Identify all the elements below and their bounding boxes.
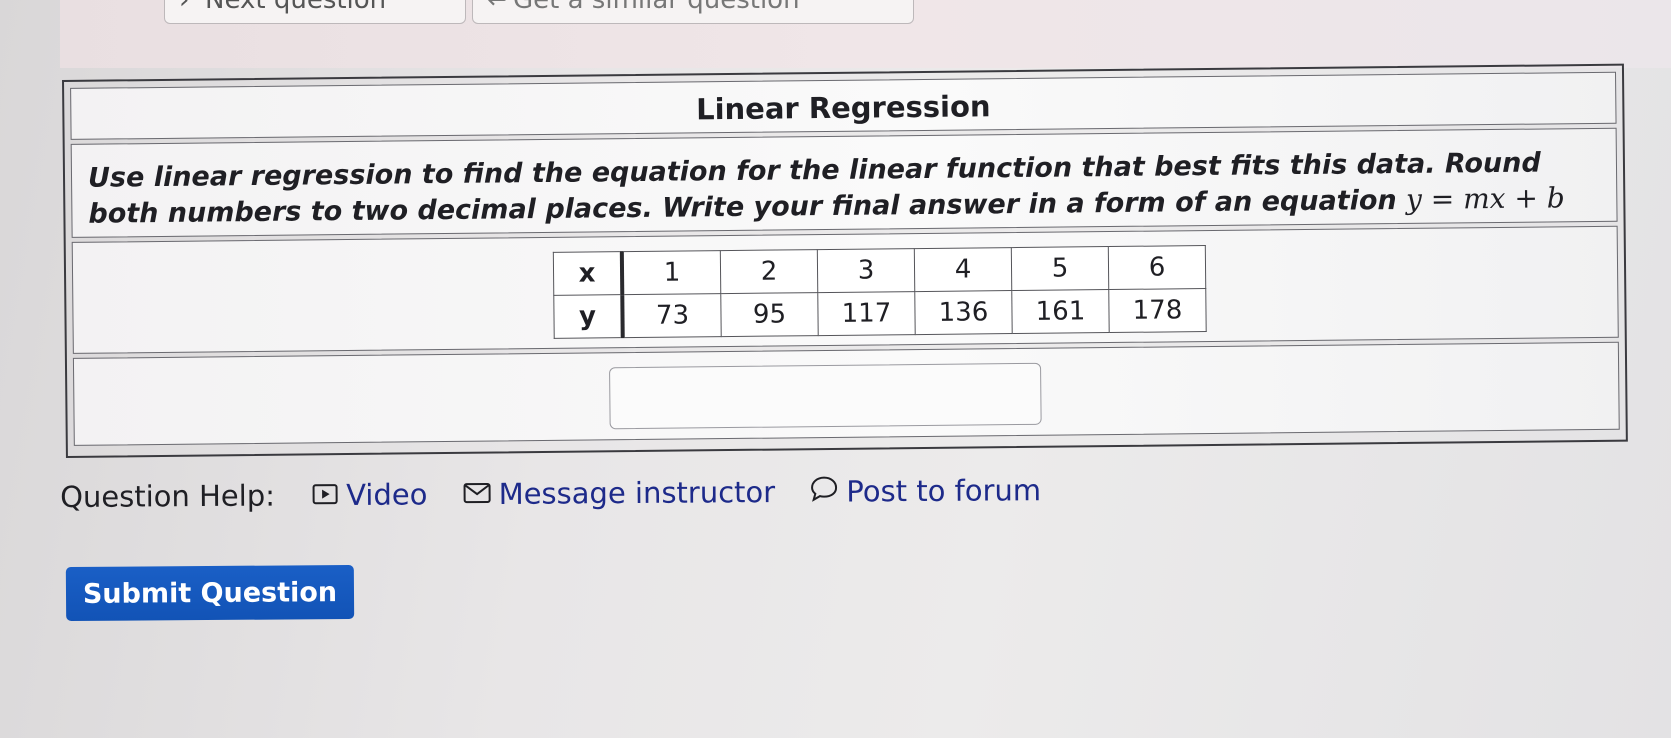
data-table: x 1 2 3 4 5 6 y 73 95 117 136 161 178 <box>552 245 1207 339</box>
x-row: x 1 2 3 4 5 6 <box>553 245 1206 296</box>
video-link[interactable]: Video <box>312 477 437 512</box>
table-row: x 1 2 3 4 5 6 y 73 95 117 136 161 178 <box>71 225 1619 354</box>
x-cell: 2 <box>720 249 818 294</box>
instructions-text: Use linear regression to find the equati… <box>88 145 1587 232</box>
x-cell: 6 <box>1108 245 1206 290</box>
question-title: Linear Regression <box>695 89 991 127</box>
post-to-forum-label: Post to forum <box>846 473 1042 509</box>
x-cell: 5 <box>1011 246 1109 291</box>
post-to-forum-link[interactable]: Post to forum <box>810 473 1041 509</box>
message-instructor-label: Message instructor <box>498 475 776 511</box>
x-cell: 3 <box>817 248 915 293</box>
question-help: Question Help: Video Message instructor … <box>60 473 1067 516</box>
question-box: Linear Regression Use linear regression … <box>62 63 1628 458</box>
chevron-right-icon: › <box>179 0 190 15</box>
instructions-body: Use linear regression to find the equati… <box>87 147 1541 230</box>
x-header: x <box>553 251 623 296</box>
answer-row <box>72 341 1620 446</box>
video-icon <box>312 478 338 512</box>
similar-question-button[interactable]: ↩ Get a similar question <box>472 0 914 24</box>
video-label: Video <box>346 477 428 513</box>
y-header: y <box>553 294 623 339</box>
message-instructor-link[interactable]: Message instructor <box>463 475 785 511</box>
y-cell: 117 <box>817 291 916 336</box>
next-question-label: Next question <box>205 0 387 15</box>
y-cell: 73 <box>622 293 722 338</box>
y-row: y 73 95 117 136 161 178 <box>553 288 1207 339</box>
x-cell: 4 <box>914 247 1012 292</box>
top-nav-strip: › Next question ↩ Get a similar question <box>60 0 1671 68</box>
answer-input[interactable] <box>609 362 1042 430</box>
mail-icon <box>463 477 491 511</box>
y-cell: 136 <box>914 290 1013 335</box>
similar-question-label: Get a similar question <box>513 0 800 15</box>
x-cell: 1 <box>621 250 721 295</box>
speech-bubble-icon <box>810 475 838 509</box>
y-cell: 178 <box>1108 288 1207 333</box>
instructions-row: Use linear regression to find the equati… <box>70 127 1618 238</box>
y-cell: 95 <box>720 292 819 337</box>
equation-form: y = mx + b <box>1405 181 1565 216</box>
return-arrow-icon: ↩ <box>487 0 509 15</box>
next-question-button[interactable]: › Next question <box>164 0 466 24</box>
y-cell: 161 <box>1011 289 1110 334</box>
question-help-label: Question Help: <box>60 478 276 514</box>
submit-question-button[interactable]: Submit Question <box>65 564 355 622</box>
